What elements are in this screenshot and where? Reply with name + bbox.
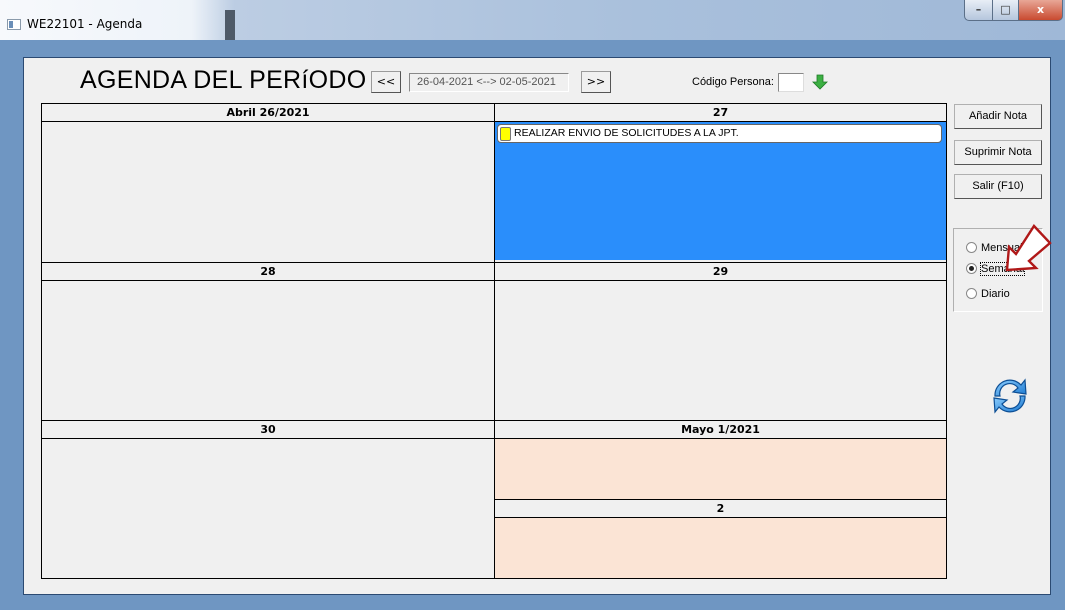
day-header-may2: 2 [495, 499, 946, 518]
day-cell-apr26[interactable] [42, 122, 494, 260]
column-divider [494, 104, 495, 578]
add-note-button[interactable]: Añadir Nota [954, 104, 1042, 129]
note-item[interactable]: REALIZAR ENVIO DE SOLICITUDES A LA JPT. [497, 124, 942, 143]
view-mode-diario[interactable]: Diario [966, 286, 1010, 302]
note-marker [500, 127, 511, 141]
day-cell-29[interactable] [495, 281, 946, 420]
day-cell-may2[interactable] [495, 518, 946, 578]
green-down-arrow-icon[interactable] [812, 74, 828, 90]
period-range-display: 26-04-2021 <--> 02-05-2021 [409, 73, 569, 92]
refresh-icon[interactable] [987, 374, 1033, 418]
day-header-28: 28 [42, 262, 494, 281]
title-bar-strip [225, 10, 235, 40]
app-icon [7, 19, 21, 30]
maximize-button[interactable]: □ [992, 0, 1019, 21]
minimize-button[interactable]: – [964, 0, 993, 21]
day-header-may1: Mayo 1/2021 [495, 420, 946, 439]
close-button[interactable]: x [1018, 0, 1063, 21]
codigo-persona-label: Código Persona: [692, 76, 774, 88]
view-mode-label: Diario [981, 288, 1010, 300]
delete-note-button[interactable]: Suprimir Nota [954, 140, 1042, 165]
day-header-27: 27 [495, 104, 946, 122]
next-period-button[interactable]: >> [581, 71, 611, 93]
previous-period-button[interactable]: << [371, 71, 401, 93]
day-cell-30[interactable] [42, 439, 494, 578]
radio-button[interactable] [966, 287, 977, 299]
day-header-30: 30 [42, 420, 494, 439]
day-cell-28[interactable] [42, 281, 494, 420]
exit-button[interactable]: Salir (F10) [954, 174, 1042, 199]
day-cell-may1[interactable] [495, 439, 946, 499]
title-bar [0, 0, 1065, 40]
red-outline-arrow-icon [1005, 224, 1052, 272]
day-header-apr26: Abril 26/2021 [42, 104, 494, 122]
codigo-persona-input[interactable] [778, 73, 804, 92]
radio-button[interactable] [966, 262, 977, 274]
radio-button[interactable] [966, 241, 977, 253]
day-header-29: 29 [495, 262, 946, 281]
window-title: WE22101 - Agenda [27, 17, 143, 31]
page-title: AGENDA DEL PERíODO [80, 66, 367, 94]
